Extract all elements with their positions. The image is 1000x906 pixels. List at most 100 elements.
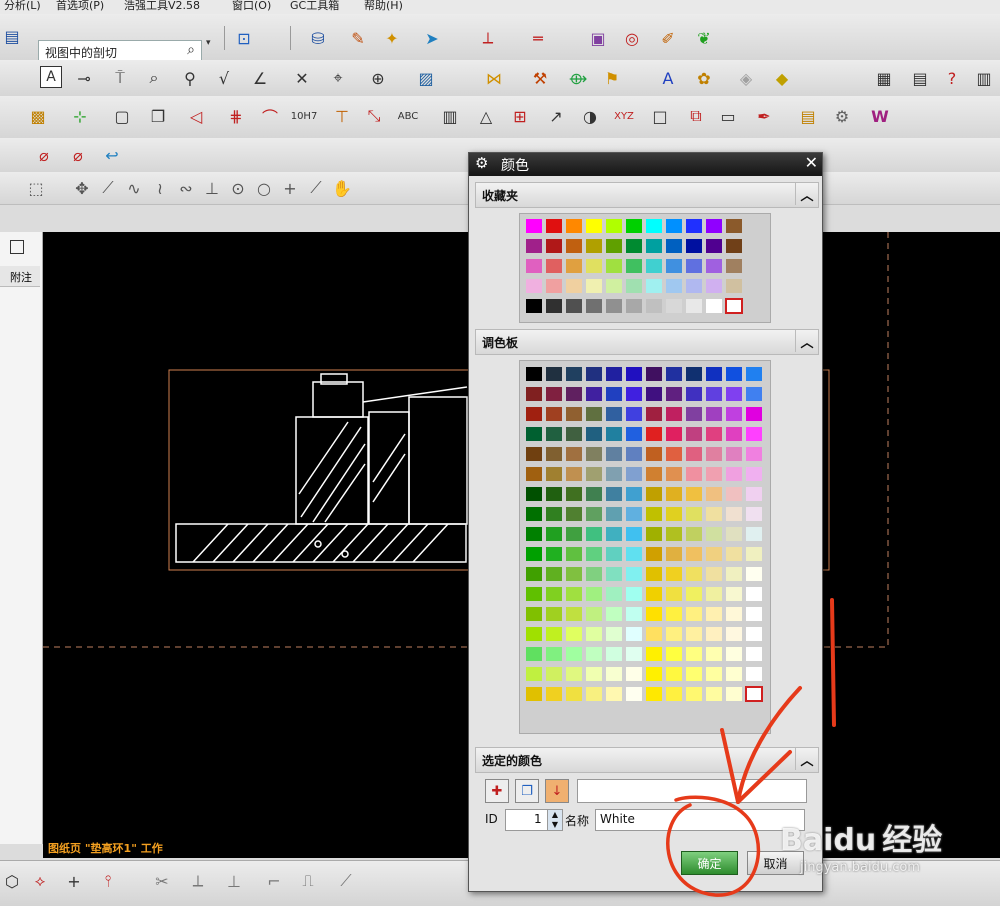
chevron-up-icon[interactable]: ︿ <box>795 748 818 770</box>
palette-color-swatch[interactable] <box>626 607 642 621</box>
palette-color-swatch[interactable] <box>646 407 662 421</box>
line-icon[interactable]: ⟋ <box>96 176 120 200</box>
card-icon[interactable]: ▩ <box>26 104 50 128</box>
blank-icon[interactable]: □ <box>648 104 672 128</box>
xyz-icon[interactable]: XYZ <box>612 104 636 128</box>
palette-color-swatch[interactable] <box>746 427 762 441</box>
palette-color-swatch[interactable] <box>746 587 762 601</box>
palette-color-swatch[interactable] <box>626 527 642 541</box>
menu-analysis[interactable]: 分析(L) <box>4 0 41 13</box>
palette-color-swatch[interactable] <box>586 407 602 421</box>
favorite-color-swatch[interactable] <box>666 299 682 313</box>
palette-color-swatch[interactable] <box>626 647 642 661</box>
menu-haoqiang-tools[interactable]: 浩强工具V2.58 <box>124 0 200 13</box>
palette-color-swatch[interactable] <box>726 487 742 501</box>
palette-color-swatch[interactable] <box>746 447 762 461</box>
palette-color-swatch[interactable] <box>686 427 702 441</box>
circle-point-icon[interactable]: ⊙ <box>226 176 250 200</box>
palette-color-swatch[interactable] <box>706 627 722 641</box>
favorite-color-swatch[interactable] <box>606 259 622 273</box>
palette-color-swatch[interactable] <box>726 507 742 521</box>
palette-color-swatch[interactable] <box>706 567 722 581</box>
palette-color-swatch[interactable] <box>546 367 562 381</box>
favorite-color-swatch[interactable] <box>646 239 662 253</box>
palette-color-swatch[interactable] <box>546 387 562 401</box>
palette-color-swatch[interactable] <box>626 467 642 481</box>
menu-gc-toolbox[interactable]: GC工具箱 <box>290 0 339 13</box>
point-icon[interactable]: ⊥ <box>200 176 224 200</box>
palette-color-swatch[interactable] <box>646 687 662 701</box>
palette-color-swatch[interactable] <box>686 407 702 421</box>
pen-icon[interactable]: ✒ <box>752 104 776 128</box>
favorite-color-swatch[interactable] <box>726 259 742 273</box>
favorite-color-swatch[interactable] <box>566 239 582 253</box>
eyedropper-icon[interactable]: ↓ <box>545 779 569 803</box>
palette-color-swatch[interactable] <box>646 627 662 641</box>
palette-color-swatch[interactable] <box>746 607 762 621</box>
spinner-arrows-icon[interactable]: ▲ ▼ <box>547 810 562 830</box>
palette-color-swatch[interactable] <box>526 547 542 561</box>
palette-color-swatch[interactable] <box>626 427 642 441</box>
palette-color-swatch[interactable] <box>666 407 682 421</box>
palette-color-swatch[interactable] <box>706 587 722 601</box>
palette-color-swatch[interactable] <box>726 367 742 381</box>
palette-color-swatch[interactable] <box>746 467 762 481</box>
favorite-color-swatch[interactable] <box>566 259 582 273</box>
corner-icon[interactable]: ⌐ <box>262 869 286 893</box>
angle-icon[interactable]: ∠ <box>248 66 272 90</box>
palette-color-swatch[interactable] <box>586 667 602 681</box>
favorite-color-swatch[interactable] <box>646 219 662 233</box>
quadrant-icon[interactable]: ◑ <box>578 104 602 128</box>
palette-color-swatch[interactable] <box>586 547 602 561</box>
palette-color-swatch[interactable] <box>666 607 682 621</box>
chevron-up-icon[interactable]: ︿ <box>795 330 818 352</box>
favorite-color-swatch[interactable] <box>706 279 722 293</box>
palette-color-swatch[interactable] <box>706 647 722 661</box>
palette-color-swatch[interactable] <box>726 407 742 421</box>
palette-color-swatch[interactable] <box>646 507 662 521</box>
palette-color-swatch[interactable] <box>566 567 582 581</box>
palette-color-swatch[interactable] <box>606 507 622 521</box>
palette-color-swatch[interactable] <box>646 667 662 681</box>
palette-color-swatch[interactable] <box>646 647 662 661</box>
palette-color-swatch[interactable] <box>626 567 642 581</box>
stack-icon[interactable]: ⧉ <box>684 104 708 128</box>
pattern-icon[interactable]: ✦ <box>380 26 404 50</box>
palette-color-swatch[interactable] <box>526 387 542 401</box>
favorite-color-swatch[interactable] <box>686 279 702 293</box>
palette-color-swatch[interactable] <box>526 407 542 421</box>
grid-tool-icon[interactable]: ▦ <box>872 66 896 90</box>
chamfer-icon[interactable]: ⤡ <box>362 104 386 128</box>
coord-icon[interactable]: ⊹ <box>68 104 92 128</box>
ok-button[interactable]: 确定 <box>681 851 738 875</box>
favorite-color-swatch[interactable] <box>646 259 662 273</box>
palette-color-swatch[interactable] <box>746 387 762 401</box>
yellow-box-icon[interactable]: ◆ <box>770 66 794 90</box>
palette-color-swatch[interactable] <box>746 367 762 381</box>
favorite-color-swatch[interactable] <box>606 239 622 253</box>
extend-icon[interactable]: ⟂ <box>186 869 210 893</box>
palette-color-swatch[interactable] <box>546 527 562 541</box>
table-icon[interactable]: ▤ <box>908 66 932 90</box>
palette-color-swatch[interactable] <box>646 487 662 501</box>
favorite-color-swatch[interactable] <box>666 279 682 293</box>
palette-color-swatch[interactable] <box>686 587 702 601</box>
palette-color-swatch[interactable] <box>526 447 542 461</box>
brush-icon[interactable]: ✐ <box>656 26 680 50</box>
palette-color-swatch[interactable] <box>666 547 682 561</box>
palette-color-swatch[interactable] <box>686 647 702 661</box>
menu-preferences[interactable]: 首选项(P) <box>56 0 104 13</box>
palette-color-swatch[interactable] <box>566 407 582 421</box>
palette-color-swatch[interactable] <box>586 427 602 441</box>
palette-color-swatch[interactable] <box>586 647 602 661</box>
hand-icon[interactable]: ✋ <box>330 176 354 200</box>
hexagon-icon[interactable]: ⬡ <box>0 869 24 893</box>
text-icon[interactable]: A <box>40 66 62 88</box>
palette-color-swatch[interactable] <box>546 687 562 701</box>
palette-color-swatch[interactable] <box>646 447 662 461</box>
palette-color-swatch[interactable] <box>566 667 582 681</box>
favorite-color-swatch[interactable] <box>586 279 602 293</box>
palette-color-swatch[interactable] <box>726 547 742 561</box>
palette-color-swatch[interactable] <box>706 407 722 421</box>
palette-color-swatch[interactable] <box>706 667 722 681</box>
